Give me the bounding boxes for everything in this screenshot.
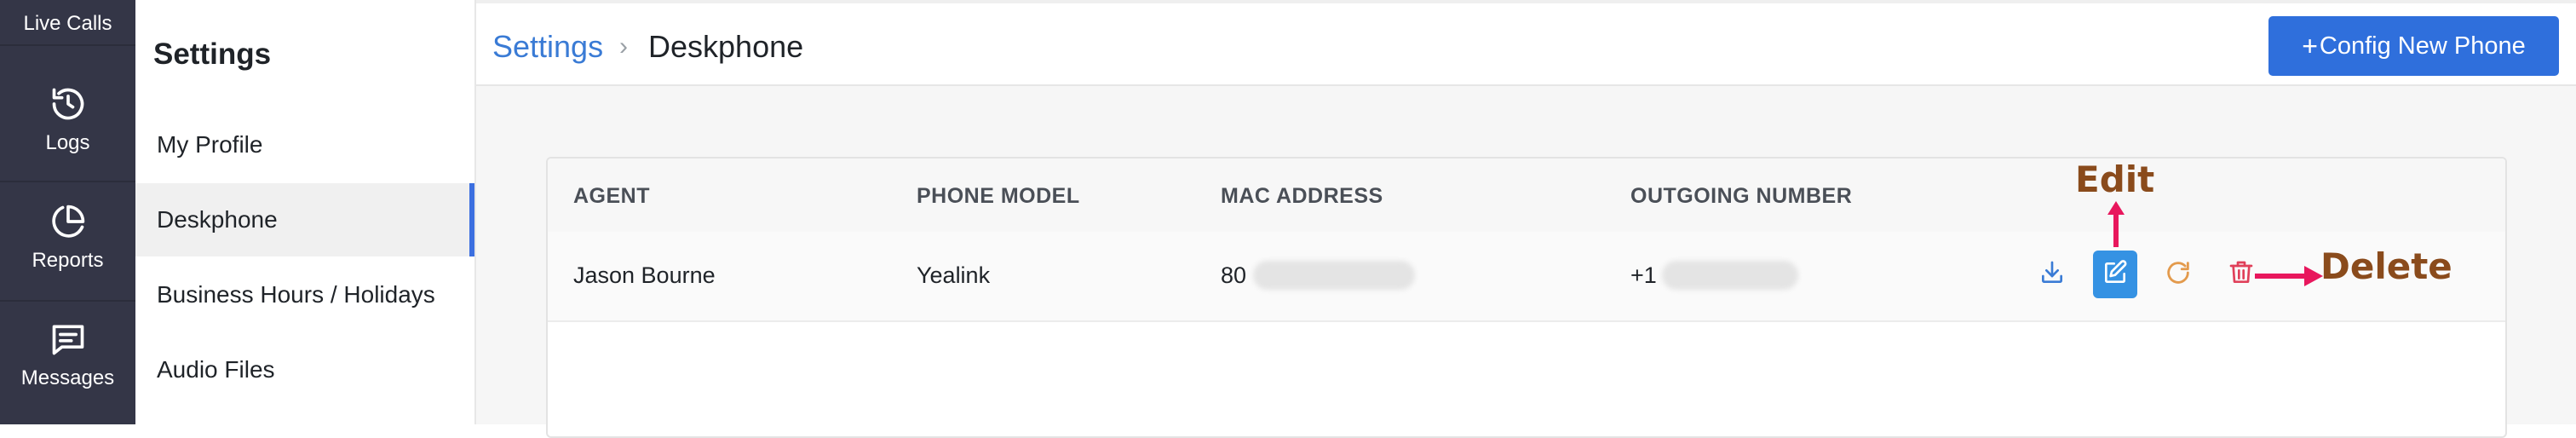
redacted-number bbox=[1662, 261, 1798, 290]
download-icon bbox=[2038, 259, 2066, 291]
annotation-edit-arrow bbox=[2107, 201, 2125, 247]
rail-divider bbox=[0, 300, 135, 302]
pie-chart-icon bbox=[0, 203, 135, 240]
rail-item-label: Messages bbox=[20, 366, 115, 389]
breadcrumb-separator: › bbox=[619, 32, 628, 61]
column-header-agent: AGENT bbox=[573, 184, 650, 208]
deskphone-table: AGENT PHONE MODEL MAC ADDRESS OUTGOING N… bbox=[546, 157, 2507, 438]
table-row: Jason Bourne Yealink 80 +1 bbox=[548, 232, 2505, 322]
cell-outgoing-number: +1 bbox=[1630, 262, 1657, 288]
refresh-icon bbox=[2164, 258, 2193, 291]
column-header-phone-model: PHONE MODEL bbox=[917, 184, 1080, 208]
rail-item-live-calls[interactable]: Live Calls bbox=[0, 12, 135, 36]
menu-item-audio-files[interactable]: Audio Files bbox=[135, 333, 474, 406]
main-content: Settings › Deskphone + Config New Phone … bbox=[476, 0, 2576, 438]
column-header-mac-address: MAC ADDRESS bbox=[1221, 184, 1383, 208]
page-header: Settings › Deskphone + Config New Phone bbox=[476, 0, 2576, 86]
cell-mac-address: 80 bbox=[1221, 262, 1247, 288]
config-new-phone-button[interactable]: + Config New Phone bbox=[2268, 16, 2559, 76]
rail-item-messages[interactable]: Messages bbox=[0, 320, 135, 390]
rail-item-label: Reports bbox=[32, 249, 104, 272]
page-title: Deskphone bbox=[648, 29, 804, 64]
rail-item-label: Logs bbox=[45, 131, 90, 154]
message-icon bbox=[0, 320, 135, 358]
rail-divider bbox=[0, 181, 135, 182]
menu-item-deskphone[interactable]: Deskphone bbox=[135, 183, 474, 256]
trash-icon bbox=[2228, 259, 2255, 291]
settings-panel: Settings My Profile Deskphone Business H… bbox=[135, 0, 476, 424]
button-label: Config New Phone bbox=[2319, 32, 2526, 60]
edit-icon bbox=[2102, 259, 2129, 291]
download-button[interactable] bbox=[2030, 251, 2074, 298]
menu-item-my-profile[interactable]: My Profile bbox=[135, 108, 474, 182]
settings-title: Settings bbox=[153, 37, 272, 71]
left-nav-rail: Live Calls Logs Reports Messages bbox=[0, 0, 135, 424]
table-header: AGENT PHONE MODEL MAC ADDRESS OUTGOING N… bbox=[548, 158, 2505, 233]
menu-item-business-hours[interactable]: Business Hours / Holidays bbox=[135, 258, 474, 331]
cell-phone-model: Yealink bbox=[917, 262, 991, 288]
rail-item-reports[interactable]: Reports bbox=[0, 203, 135, 273]
edit-button[interactable] bbox=[2093, 251, 2137, 298]
annotation-delete-arrow bbox=[2255, 266, 2323, 286]
rail-divider bbox=[0, 44, 135, 46]
redacted-mac bbox=[1253, 261, 1415, 290]
column-header-outgoing-number: OUTGOING NUMBER bbox=[1630, 184, 1853, 208]
reset-button[interactable] bbox=[2156, 251, 2200, 298]
plus-icon: + bbox=[2302, 30, 2318, 61]
annotation-delete-label: Delete bbox=[2320, 245, 2452, 287]
annotation-edit-label: Edit bbox=[2075, 158, 2155, 200]
breadcrumb-settings-link[interactable]: Settings bbox=[492, 29, 603, 65]
rail-item-logs[interactable]: Logs bbox=[0, 85, 135, 155]
history-icon bbox=[0, 85, 135, 123]
cell-agent: Jason Bourne bbox=[573, 262, 716, 288]
